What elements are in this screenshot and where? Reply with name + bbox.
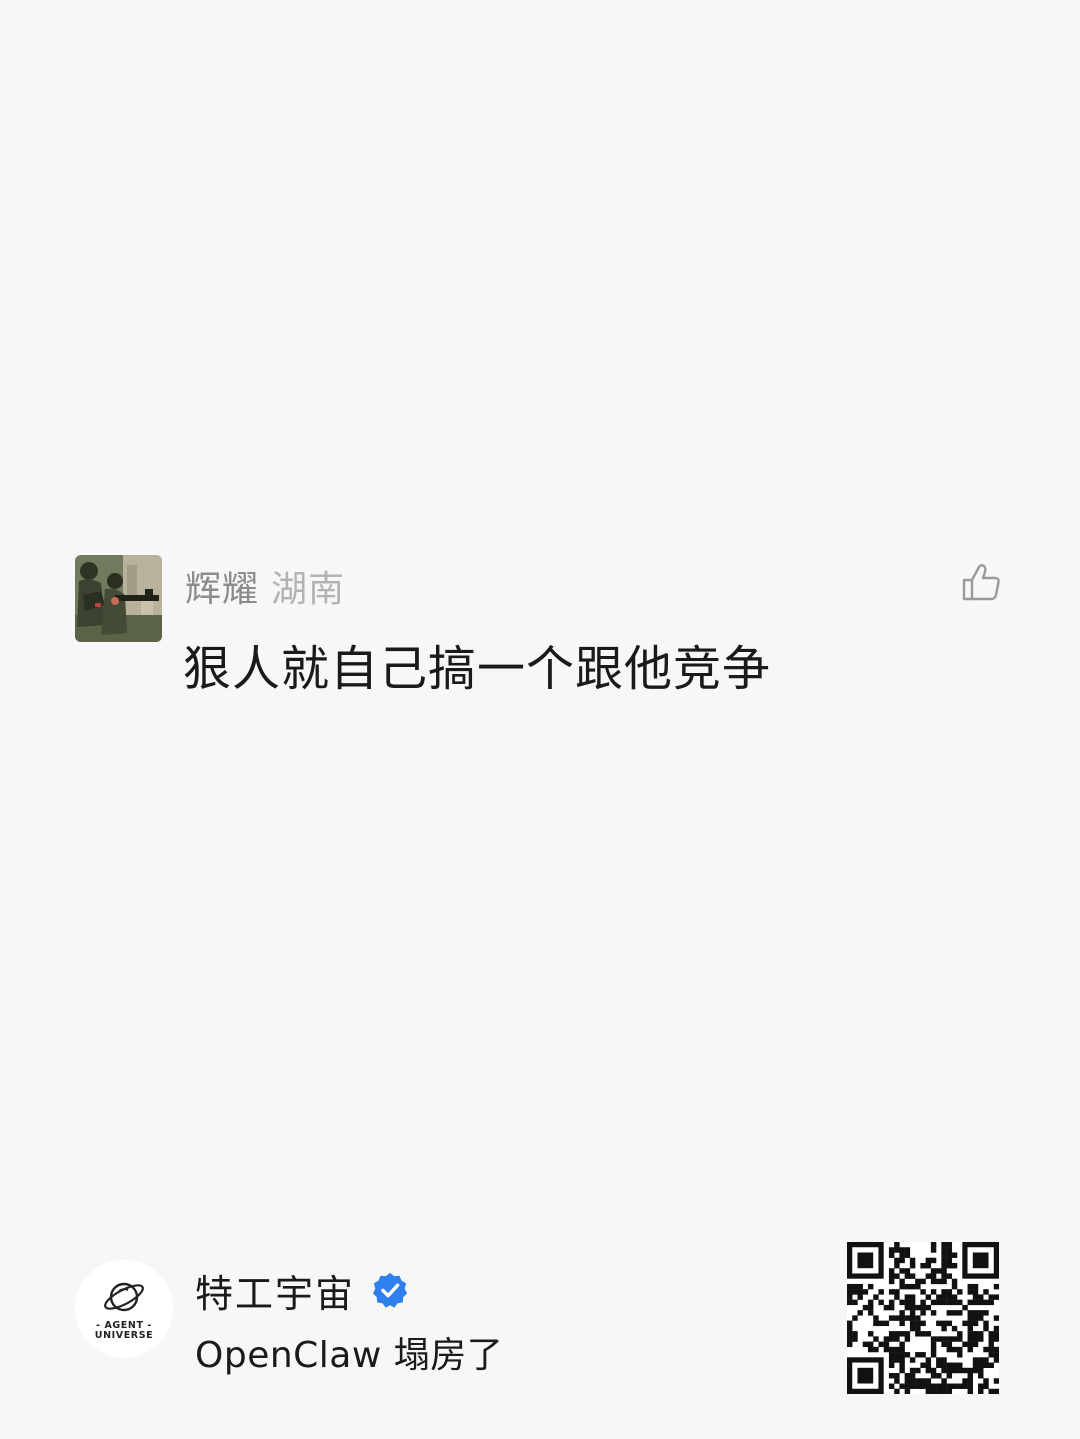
comment-text: 狠人就自己搞一个跟他竞争 [183,641,772,697]
account-logo[interactable]: - AGENT - UNIVERSE [75,1260,173,1358]
soldiers-photo-avatar [75,555,162,642]
account-name[interactable]: 特工宇宙 [195,1263,355,1318]
comment-author[interactable]: 辉耀 [185,560,259,612]
qr-code[interactable] [847,1242,999,1394]
page: 辉耀 湖南 狠人就自己搞一个跟他竞争 - AGENT - UNIVERSE 特工… [0,0,1080,1439]
verified-check-icon [371,1271,409,1309]
comment-avatar[interactable] [75,555,162,642]
comment-header: 辉耀 湖南 [185,558,345,614]
agent-universe-logo-icon: - AGENT - UNIVERSE [75,1260,173,1358]
comment-card: 辉耀 湖南 狠人就自己搞一个跟他竞争 [75,555,1005,705]
comment-location: 湖南 [271,569,346,610]
qr-code-icon [847,1242,999,1394]
like-button[interactable] [960,561,1004,605]
account-card: - AGENT - UNIVERSE 特工宇宙 OpenClaw 塌房了 [75,1240,1005,1400]
thumbs-up-icon [962,564,1000,601]
logo-text-line2: UNIVERSE [95,1330,154,1341]
account-name-row: 特工宇宙 [195,1264,409,1316]
article-title[interactable]: OpenClaw 塌房了 [195,1326,503,1378]
